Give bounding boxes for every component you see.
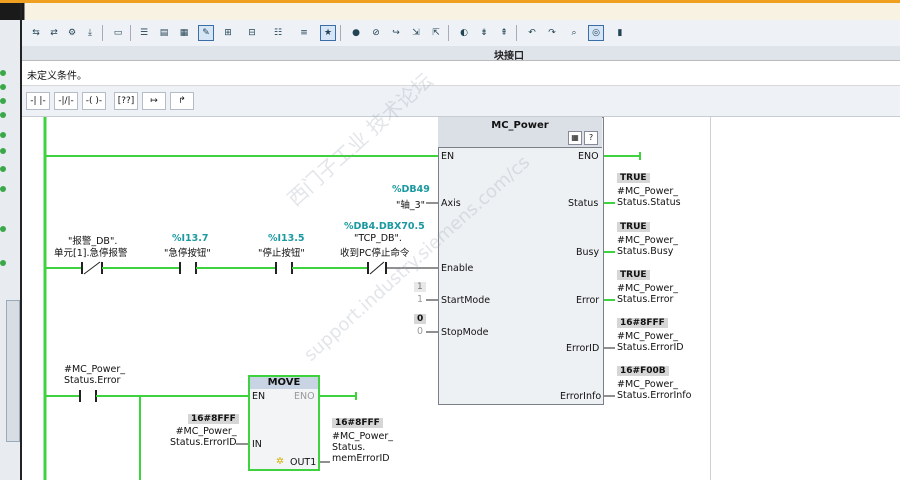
contact-3-name[interactable]: "停止按钮" [258,245,305,259]
error-operand[interactable]: #MC_Power_ Status.Error [617,283,678,305]
status-operand[interactable]: #MC_Power_ Status.Status [617,186,681,208]
help-icon[interactable]: ? [584,131,598,145]
startmode-live-value: 1 [414,282,426,292]
axis-name[interactable]: "轴_3" [396,197,425,211]
move-pin-eno: ENO [294,391,315,402]
pin-errorid: ErrorID [566,343,600,354]
contact-4-address[interactable]: %DB4.DBX70.5 [344,221,425,232]
contact-2-name[interactable]: "急停按钮" [164,245,211,259]
pin-status: Status [568,198,599,209]
pin-en: EN [441,151,455,162]
contact-3-address[interactable]: %I13.5 [268,233,305,244]
move-title: MOVE [250,377,318,389]
pin-eno: ENO [578,151,599,162]
move-pin-out1: OUT1 [290,457,317,468]
pin-startmode: StartMode [441,295,491,306]
axis-address[interactable]: %DB49 [392,184,430,195]
move-in-operand[interactable]: #MC_Power_ Status.ErrorID [170,426,237,448]
rung2-contact-operand[interactable]: #MC_Power_ Status.Error [64,364,125,386]
move-pin-en: EN [252,391,266,402]
errorid-operand[interactable]: #MC_Power_ Status.ErrorID [617,331,684,353]
errorinfo-operand[interactable]: #MC_Power_ Status.ErrorInfo [617,379,691,401]
move-out-live-value: 16#8FFF [332,418,383,428]
contact-4-name-2[interactable]: 收到PC停止命令 [340,245,409,259]
errorinfo-live-value: 16#F00B [617,366,669,376]
stopmode-live-value: 0 [414,314,427,324]
pin-enable: Enable [441,263,474,274]
instance-db-icon[interactable]: ▦ [568,131,582,145]
move-out-operand[interactable]: #MC_Power_ Status. memErrorID [332,431,393,464]
contact-4-name[interactable]: "TCP_DB". [354,233,402,244]
status-live-value: TRUE [617,173,650,183]
stopmode-value[interactable]: 0 [417,326,423,337]
add-output-icon[interactable]: ✲ [276,456,284,467]
mc-power-header: MC_Power ▦ ? [438,117,602,148]
pin-busy: Busy [576,247,600,258]
busy-live-value: TRUE [617,222,650,232]
contact-1-name-2[interactable]: 单元[1].急停报警 [54,245,127,259]
pin-axis: Axis [441,198,461,209]
pin-stopmode: StopMode [441,327,489,338]
mc-power-title: MC_Power [491,120,549,131]
error-live-value: TRUE [617,270,650,280]
move-pin-in: IN [252,439,262,450]
pin-errorinfo: ErrorInfo [560,391,602,402]
move-in-live-value: 16#8FFF [188,414,239,424]
busy-operand[interactable]: #MC_Power_ Status.Busy [617,235,678,257]
contact-2-address[interactable]: %I13.7 [172,233,209,244]
pin-error: Error [576,295,600,306]
startmode-value[interactable]: 1 [417,294,423,305]
errorid-live-value: 16#8FFF [617,318,668,328]
